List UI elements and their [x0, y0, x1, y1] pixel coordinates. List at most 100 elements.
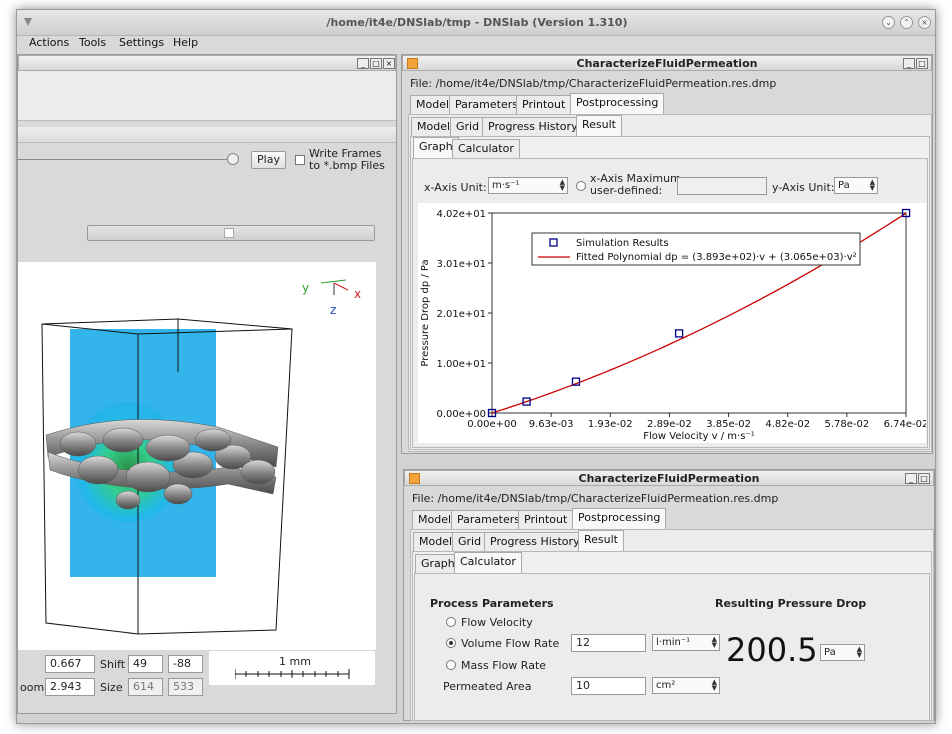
mass-flow-radio[interactable] [446, 660, 456, 670]
y-tick-label: 0.00e+00 [436, 409, 486, 420]
tab-calculator[interactable]: Calculator [454, 552, 522, 573]
write-frames-checkbox[interactable] [295, 155, 305, 165]
write-frames-line2: to *.bmp Files [309, 159, 385, 172]
y-tick-label: 4.02e+01 [436, 209, 486, 220]
frame-slider-thumb[interactable] [224, 228, 234, 238]
y-unit-value: Pa [838, 180, 850, 191]
calc-minimize-icon[interactable]: _ [905, 473, 917, 484]
y-unit-select[interactable]: Pa ▲ ▼ [834, 177, 878, 194]
mass-flow-label: Mass Flow Rate [461, 659, 547, 672]
window-title: /home/it4e/DNSlab/tmp - DNSlab (Version … [326, 16, 628, 29]
graph-window: CharacterizeFluidPermeation _ □ File: /h… [401, 54, 933, 454]
x-tick-label: 4.82e-02 [765, 419, 810, 430]
permeated-area-field[interactable]: 10 [571, 677, 646, 695]
x-max-field[interactable] [677, 177, 767, 195]
tab-result[interactable]: Result [576, 115, 622, 136]
spinner-arrows-icon: ▲ ▼ [856, 645, 862, 659]
tab-grid[interactable]: Grid [450, 117, 486, 136]
tab-grid[interactable]: Grid [452, 532, 488, 551]
tab-calculator[interactable]: Calculator [452, 139, 520, 158]
volume-flow-unit-select[interactable]: l·min⁻¹ ▲ ▼ [652, 634, 720, 651]
scale-bar: 1 mm [209, 651, 375, 685]
permeated-area-label: Permeated Area [443, 680, 532, 693]
calc-maximize-icon[interactable]: □ [918, 473, 930, 484]
viewer-maximize-icon[interactable]: □ [370, 58, 382, 69]
flow-velocity-radio[interactable] [446, 617, 456, 627]
zoom-label: oom [20, 681, 45, 694]
area-unit-select[interactable]: cm² ▲ ▼ [652, 677, 720, 694]
shift-y-field[interactable]: -88 [168, 655, 203, 673]
viewer-window: _ □ × Play Write Frames to *.bmp Files y… [17, 54, 397, 714]
scale-label: 1 mm [279, 655, 311, 668]
zoom-field[interactable]: 2.943 [45, 678, 95, 696]
x-unit-select[interactable]: m·s⁻¹ ▲ ▼ [488, 177, 568, 194]
viewer-toolbar-area [18, 71, 396, 121]
y-tick-label: 2.01e+01 [436, 309, 486, 320]
3d-render: y x z [41, 279, 361, 635]
tab-postprocessing[interactable]: Postprocessing [570, 93, 665, 114]
y-unit-label: y-Axis Unit: [772, 181, 835, 194]
x-tick-label: 5.78e-02 [824, 419, 869, 430]
graph-maximize-icon[interactable]: □ [916, 58, 928, 69]
maximize-icon[interactable]: ⌃ [900, 16, 913, 29]
animation-slider-thumb[interactable] [227, 153, 239, 165]
viewer-close-icon[interactable]: × [383, 58, 395, 69]
play-button[interactable]: Play [251, 151, 286, 169]
title-bar: /home/it4e/DNSlab/tmp - DNSlab (Version … [17, 10, 935, 36]
x-tick-label: 6.74e-02 [884, 419, 926, 430]
spinner-arrows-icon: ▲ ▼ [711, 635, 717, 649]
graph-title-bar: CharacterizeFluidPermeation _ □ [402, 55, 932, 71]
calc-window: CharacterizeFluidPermeation _ □ File: /h… [403, 469, 935, 721]
minimize-icon[interactable]: ⌄ [882, 16, 895, 29]
axis-x-label: x [354, 287, 361, 301]
menu-tools[interactable]: Tools [79, 36, 106, 49]
data-point [674, 329, 684, 338]
pressure-drop-chart: 0.00e+00 9.63e-03 1.93e-02 2.89e-02 3.85e-02… [420, 208, 928, 442]
volume-flow-radio[interactable] [446, 638, 456, 648]
x-axis-label: Flow Velocity v / m·s⁻¹ [643, 431, 754, 442]
frame-slider[interactable] [87, 225, 375, 241]
tab-parameters[interactable]: Parameters [451, 510, 526, 529]
close-icon[interactable]: × [918, 16, 931, 29]
menu-settings[interactable]: Settings [119, 36, 164, 49]
viewer-minimize-icon[interactable]: _ [357, 58, 369, 69]
volume-flow-label: Volume Flow Rate [461, 637, 560, 650]
x-max-radio[interactable] [576, 181, 586, 191]
shift-label: Shift [100, 658, 126, 671]
x-unit-value: m·s⁻¹ [492, 180, 520, 191]
tab-postprocessing[interactable]: Postprocessing [572, 508, 667, 529]
tab-progress-history[interactable]: Progress History [484, 532, 586, 551]
shift-x-field[interactable]: 49 [128, 655, 163, 673]
graph-minimize-icon[interactable]: _ [903, 58, 915, 69]
result-unit-select[interactable]: Pa ▲ ▼ [820, 644, 865, 661]
size-w-field: 614 [128, 678, 163, 696]
axis-y-label: y [302, 281, 309, 295]
graph-window-title: CharacterizeFluidPermeation [576, 57, 758, 70]
result-unit-value: Pa [824, 647, 836, 658]
y-tick-label: 1.00e+01 [436, 359, 486, 370]
result-title: Resulting Pressure Drop [715, 597, 867, 610]
menu-bar: Actions Tools Settings Help [17, 36, 935, 54]
3d-canvas[interactable]: y x z [18, 262, 376, 650]
y-axis-label: Pressure Drop dp / Pa [420, 259, 431, 366]
y-tick-label: 3.01e+01 [436, 259, 486, 270]
calc-window-title: CharacterizeFluidPermeation [578, 472, 760, 485]
tab-progress-history[interactable]: Progress History [482, 117, 584, 136]
menu-help[interactable]: Help [173, 36, 198, 49]
tab-result[interactable]: Result [578, 530, 624, 551]
process-parameters-title: Process Parameters [430, 597, 554, 610]
spinner-arrows-icon: ▲ ▼ [711, 678, 717, 692]
animation-slider-track[interactable] [18, 159, 228, 160]
tab-printout[interactable]: Printout [518, 510, 574, 529]
menu-actions[interactable]: Actions [29, 36, 69, 49]
x-max-label-line2: user-defined: [590, 184, 663, 197]
main-window: /home/it4e/DNSlab/tmp - DNSlab (Version … [16, 9, 936, 724]
legend-label: Fitted Polynomial dp = (3.893e+02)·v + (… [576, 252, 857, 263]
tab-parameters[interactable]: Parameters [449, 95, 524, 114]
size-h-field: 533 [168, 678, 203, 696]
volume-flow-field[interactable]: 12 [571, 634, 646, 652]
viewer-subbar [18, 127, 396, 143]
calc-file-path: File: /home/it4e/DNSlab/tmp/Characterize… [412, 492, 779, 505]
tab-printout[interactable]: Printout [516, 95, 572, 114]
viewer-field1[interactable]: 0.667 [45, 655, 95, 673]
